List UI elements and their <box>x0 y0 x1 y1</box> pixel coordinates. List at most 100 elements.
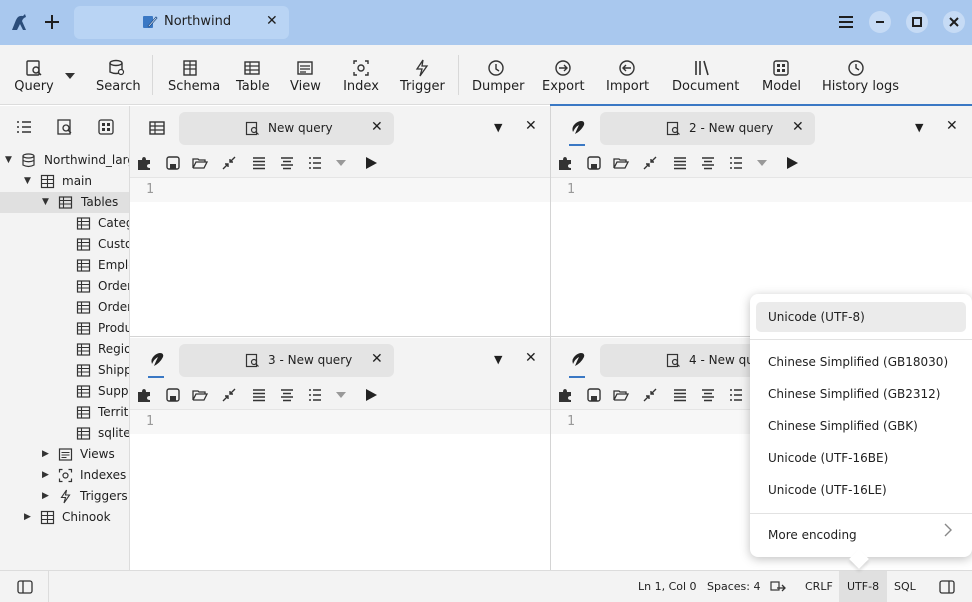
close-icon[interactable]: ✕ <box>792 119 804 135</box>
tree-item-tables[interactable]: ▼ Tables <box>0 192 129 213</box>
collapse-icon[interactable] <box>221 155 237 171</box>
encoding-selector[interactable]: UTF-8 <box>839 571 888 602</box>
chevron-down-icon[interactable] <box>335 157 347 169</box>
align-justify-icon[interactable] <box>251 387 267 403</box>
tree-item-table[interactable]: sqlite_ <box>0 423 129 444</box>
search-button[interactable]: Search <box>96 59 141 99</box>
list-icon[interactable] <box>307 155 323 171</box>
puzzle-icon[interactable] <box>136 387 152 403</box>
toggle-sidebar-button[interactable] <box>16 571 36 602</box>
tree-item-table[interactable]: Order <box>0 297 129 318</box>
sqlite-feather-icon[interactable] <box>148 351 166 369</box>
encoding-option[interactable]: Chinese Simplified (GB18030) <box>756 347 966 377</box>
save-icon[interactable] <box>586 387 602 403</box>
line-ending[interactable]: CRLF <box>805 571 833 602</box>
caret-right-icon[interactable]: ▶ <box>42 465 54 486</box>
play-icon[interactable] <box>363 387 379 403</box>
new-tab-button[interactable] <box>41 10 63 34</box>
caret-down-icon[interactable]: ▼ <box>5 150 17 171</box>
index-button[interactable]: Index <box>343 59 379 99</box>
query-dropdown[interactable] <box>62 69 78 109</box>
query-button[interactable]: Query <box>14 59 54 99</box>
editor-current-line[interactable]: 1 <box>130 178 550 202</box>
tree-item-table[interactable]: Order <box>0 276 129 297</box>
tree-item-indexes[interactable]: ▶ Indexes <box>0 465 129 486</box>
play-icon[interactable] <box>363 155 379 171</box>
document-button[interactable]: Document <box>672 59 739 99</box>
sqlite-feather-icon[interactable] <box>569 119 587 137</box>
puzzle-icon[interactable] <box>136 155 152 171</box>
tree-item-views[interactable]: ▶ Views <box>0 444 129 465</box>
swap-button[interactable] <box>762 571 794 602</box>
editor-current-line[interactable]: 1 <box>551 178 972 202</box>
close-icon[interactable]: ✕ <box>371 351 383 367</box>
encoding-option[interactable]: Unicode (UTF-16LE) <box>756 475 966 505</box>
close-icon[interactable]: ✕ <box>371 119 383 135</box>
schema-button[interactable]: Schema <box>168 59 220 99</box>
list-icon[interactable] <box>728 387 744 403</box>
encoding-option[interactable]: Chinese Simplified (GB2312) <box>756 379 966 409</box>
model-button[interactable]: Model <box>762 59 801 99</box>
maximize-button[interactable] <box>906 11 928 33</box>
tree-item-triggers[interactable]: ▶ Triggers <box>0 486 129 507</box>
caret-right-icon[interactable]: ▶ <box>42 444 54 465</box>
collapse-icon[interactable] <box>642 155 658 171</box>
more-encoding-item[interactable]: More encoding <box>756 520 966 550</box>
tree-item-table[interactable]: Categ <box>0 213 129 234</box>
vertical-splitter[interactable] <box>550 106 551 570</box>
trigger-button[interactable]: Trigger <box>400 59 445 99</box>
caret-down-icon[interactable]: ▼ <box>42 192 54 213</box>
window-tab-northwind[interactable]: Northwind ✕ <box>74 6 289 39</box>
editor-current-line[interactable]: 1 <box>130 410 550 434</box>
encoding-option[interactable]: Unicode (UTF-16BE) <box>756 443 966 473</box>
minimize-button[interactable] <box>869 11 891 33</box>
chevron-down-icon[interactable]: ▼ <box>494 353 502 366</box>
puzzle-icon[interactable] <box>557 155 573 171</box>
close-icon[interactable]: ✕ <box>266 13 278 29</box>
save-icon[interactable] <box>165 155 181 171</box>
query-tab[interactable]: 2 - New query ✕ <box>600 112 815 145</box>
align-center-icon[interactable] <box>279 155 295 171</box>
encoding-option[interactable]: Chinese Simplified (GBK) <box>756 411 966 441</box>
cursor-position[interactable]: Ln 1, Col 0 <box>638 571 697 602</box>
align-center-icon[interactable] <box>700 387 716 403</box>
collapse-icon[interactable] <box>221 387 237 403</box>
close-icon[interactable]: ✕ <box>946 118 958 134</box>
align-justify-icon[interactable] <box>251 155 267 171</box>
chevron-down-icon[interactable] <box>756 157 768 169</box>
folder-open-icon[interactable] <box>613 155 629 171</box>
folder-open-icon[interactable] <box>613 387 629 403</box>
language-mode[interactable]: SQL <box>894 571 916 602</box>
tree-item-table[interactable]: Produ <box>0 318 129 339</box>
chevron-down-icon[interactable]: ▼ <box>494 121 502 134</box>
table-icon[interactable] <box>148 119 166 137</box>
align-justify-icon[interactable] <box>672 387 688 403</box>
hamburger-menu-icon[interactable] <box>835 11 857 33</box>
tree-item-table[interactable]: Suppl <box>0 381 129 402</box>
collapse-icon[interactable] <box>642 387 658 403</box>
align-center-icon[interactable] <box>279 387 295 403</box>
export-button[interactable]: Export <box>542 59 585 99</box>
tree-item-table[interactable]: Territo <box>0 402 129 423</box>
view-button[interactable]: View <box>290 59 321 99</box>
table-button[interactable]: Table <box>236 59 270 99</box>
folder-open-icon[interactable] <box>192 155 208 171</box>
close-icon[interactable]: ✕ <box>525 118 537 134</box>
align-justify-icon[interactable] <box>672 155 688 171</box>
list-icon[interactable] <box>728 155 744 171</box>
query-tab[interactable]: New query ✕ <box>179 112 394 145</box>
align-center-icon[interactable] <box>700 155 716 171</box>
chevron-down-icon[interactable] <box>335 389 347 401</box>
query-tab[interactable]: 3 - New query ✕ <box>179 344 394 377</box>
import-button[interactable]: Import <box>606 59 649 99</box>
play-icon[interactable] <box>784 155 800 171</box>
close-window-button[interactable] <box>943 11 965 33</box>
indent-spaces[interactable]: Spaces: 4 <box>707 571 760 602</box>
tree-item-table[interactable]: Regio <box>0 339 129 360</box>
tree-item-main[interactable]: ▼ main <box>0 171 129 192</box>
history-logs-button[interactable]: History logs <box>822 59 899 99</box>
folder-open-icon[interactable] <box>192 387 208 403</box>
toggle-right-panel-button[interactable] <box>938 571 958 602</box>
puzzle-icon[interactable] <box>557 387 573 403</box>
tree-item-table[interactable]: Emplo <box>0 255 129 276</box>
